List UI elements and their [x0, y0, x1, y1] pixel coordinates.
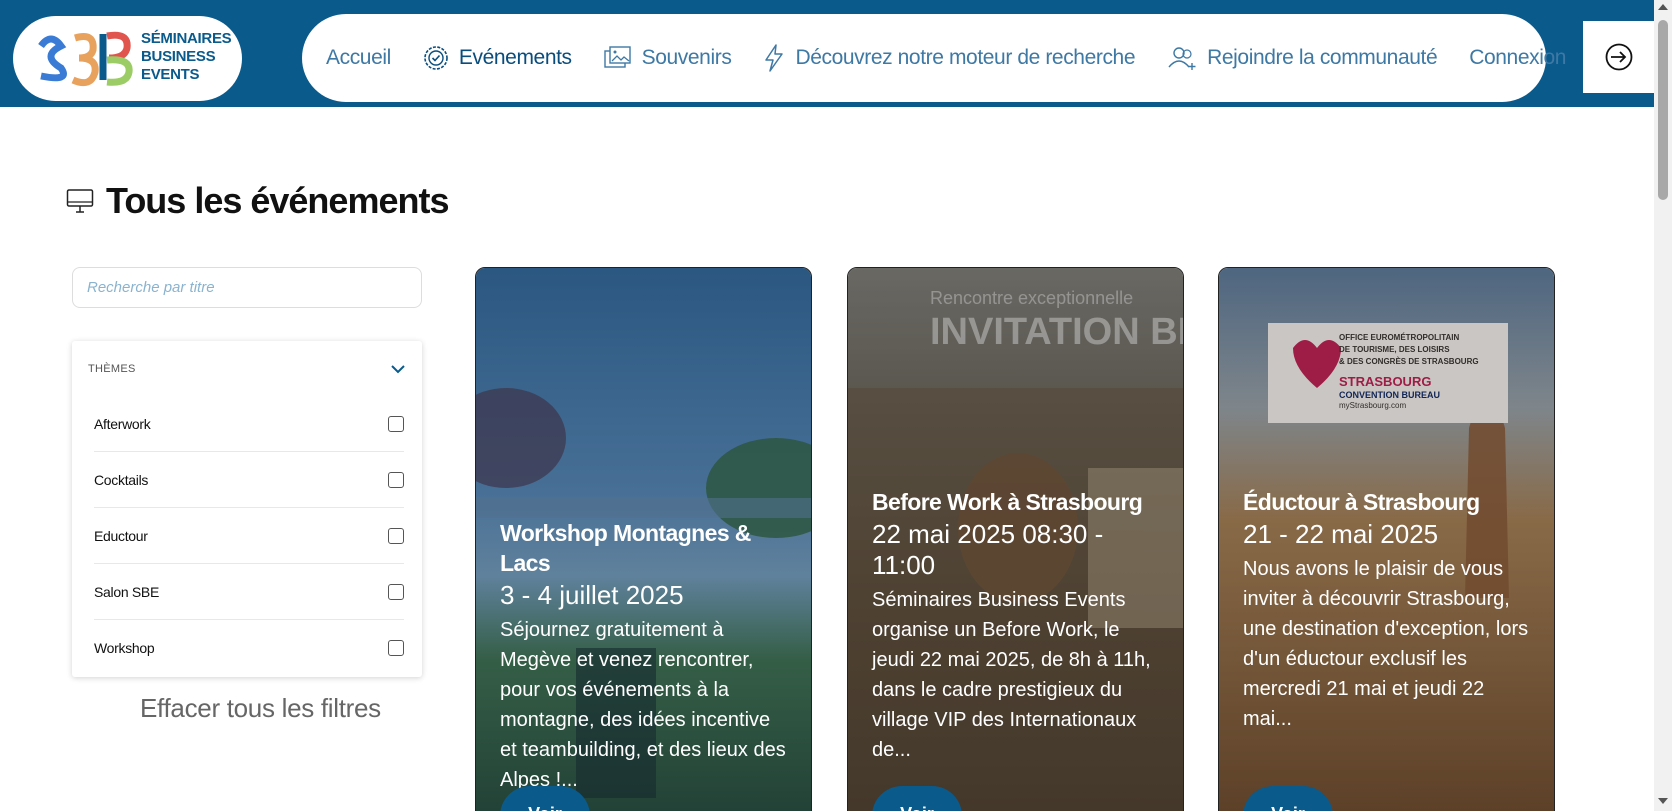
nav-label-souvenirs: Souvenirs	[641, 46, 732, 69]
nav-item-rejoindre[interactable]: Rejoindre la communauté	[1167, 45, 1438, 71]
filter-item-salon-sbe[interactable]: Salon SBE	[94, 564, 404, 620]
nav-item-accueil[interactable]: Accueil	[326, 46, 391, 70]
nav-item-evenements[interactable]: Evénements	[423, 45, 572, 71]
filter-checkbox[interactable]	[388, 415, 404, 432]
nav-item-moteur-recherche[interactable]: Découvrez notre moteur de recherche	[763, 44, 1136, 72]
event-card-date: 21 - 22 mai 2025	[1243, 519, 1439, 549]
logo-line-1: SÉMINAIRES	[141, 30, 232, 47]
user-plus-icon	[1168, 47, 1196, 70]
filter-label: Eductour	[94, 527, 148, 544]
event-card-date: 3 - 4 juillet 2025	[500, 580, 684, 610]
search-input[interactable]	[72, 267, 422, 308]
logo-text: SÉMINAIRES BUSINESS EVENTS	[141, 30, 232, 84]
filter-label: Cocktails	[94, 471, 149, 488]
sign-in-icon	[1605, 43, 1632, 71]
logo-link[interactable]: SÉMINAIRES BUSINESS EVENTS	[13, 16, 242, 101]
event-card-description: Séminaires Business Events organise un B…	[872, 589, 1151, 761]
logo-line-3: EVENTS	[141, 66, 200, 83]
filter-item-workshop[interactable]: Workshop	[94, 620, 404, 676]
scroll-down-icon[interactable]	[1658, 798, 1668, 804]
theme-filter-list: Afterwork Cocktails Eductour Salon SBE W…	[94, 396, 404, 676]
event-card-description: Séjournez gratuitement à Megève et venez…	[500, 619, 786, 791]
event-card-body: Éductour à Strasbourg 21 - 22 mai 2025 N…	[1243, 487, 1534, 734]
filter-item-eductour[interactable]: Eductour	[94, 508, 404, 564]
event-card-body: Workshop Montagnes & Lacs 3 - 4 juillet …	[500, 518, 791, 795]
header-bar: SÉMINAIRES BUSINESS EVENTS Accueil Evéne…	[0, 0, 1654, 107]
badge-check-icon	[424, 46, 448, 70]
filter-checkbox[interactable]	[388, 583, 404, 600]
page-title-text: Tous les événements	[106, 180, 449, 221]
event-card-body: Before Work à Strasbourg 22 mai 2025 08:…	[872, 487, 1163, 765]
page-title: Tous les événements	[66, 180, 449, 222]
chevron-down-icon[interactable]	[390, 364, 406, 374]
page-scrollbar[interactable]	[1654, 0, 1672, 811]
theme-filter-header[interactable]: THÈMES	[88, 363, 406, 375]
event-card-title: Éductour à Strasbourg	[1243, 489, 1480, 515]
filter-item-cocktails[interactable]: Cocktails	[94, 452, 404, 508]
event-card-workshop[interactable]: Workshop Montagnes & Lacs 3 - 4 juillet …	[475, 267, 812, 811]
filter-label: Salon SBE	[94, 583, 160, 600]
event-card-title: Workshop Montagnes & Lacs	[500, 520, 751, 576]
filter-label: Afterwork	[94, 415, 151, 432]
filter-checkbox[interactable]	[388, 640, 404, 656]
nav-label-evenements: Evénements	[458, 46, 572, 69]
nav-label-rejoindre: Rejoindre la communauté	[1207, 46, 1438, 69]
clear-filters-link[interactable]: Effacer tous les filtres	[140, 693, 381, 724]
scroll-up-icon[interactable]	[1658, 4, 1668, 10]
photos-icon	[603, 46, 631, 68]
nav-label-accueil: Accueil	[326, 46, 391, 69]
event-card-date: 22 mai 2025 08:30 - 11:00	[872, 519, 1104, 580]
nav-item-souvenirs[interactable]: Souvenirs	[603, 46, 732, 70]
main-nav: Accueil Evénements Souvenirs Découvrez n…	[302, 14, 1566, 102]
nav-item-connexion[interactable]: Connexion	[1469, 46, 1566, 70]
nav-label-moteur-recherche: Découvrez notre moteur de recherche	[795, 46, 1136, 69]
scroll-thumb[interactable]	[1658, 20, 1668, 200]
sbe-logo-mark	[38, 31, 133, 87]
bolt-icon	[765, 44, 784, 72]
nav-label-connexion: Connexion	[1469, 46, 1567, 69]
event-card-title: Before Work à Strasbourg	[872, 489, 1143, 515]
theme-filter-panel: THÈMES Afterwork Cocktails Eductour Salo…	[72, 341, 422, 677]
event-card-before-work[interactable]: Rencontre exceptionnelle INVITATION BE B…	[847, 267, 1184, 811]
event-card-description: Nous avons le plaisir de vous inviter à …	[1243, 558, 1529, 730]
filter-checkbox[interactable]	[388, 471, 404, 488]
monitor-icon	[66, 189, 94, 213]
login-button[interactable]	[1583, 21, 1654, 93]
logo-line-2: BUSINESS	[141, 48, 216, 65]
event-card-eductour[interactable]: OFFICE EUROMÉTROPOLITAIN DE TOURISME, DE…	[1218, 267, 1555, 811]
filter-label: Workshop	[94, 640, 155, 656]
filter-item-afterwork[interactable]: Afterwork	[94, 396, 404, 452]
filter-checkbox[interactable]	[388, 527, 404, 544]
theme-filter-title: THÈMES	[88, 363, 136, 375]
